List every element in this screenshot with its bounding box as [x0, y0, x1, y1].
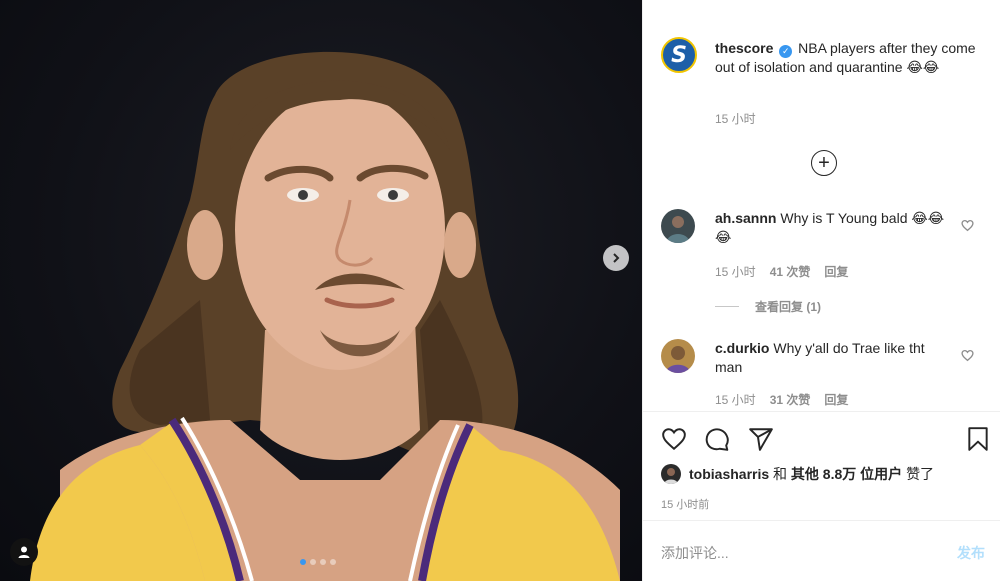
plus-circle-icon: + [818, 152, 830, 174]
publish-button[interactable]: 发布 [957, 543, 985, 563]
heart-icon[interactable] [961, 349, 974, 362]
liker-avatar[interactable] [661, 464, 681, 484]
carousel-indicator [300, 559, 336, 565]
post-timestamp[interactable]: 15 小时前 [661, 496, 709, 512]
bookmark-icon[interactable] [965, 426, 991, 452]
carousel-dot [310, 559, 316, 565]
verified-badge-icon: ✓ [779, 45, 793, 58]
view-replies-label: 查看回复 (1) [755, 300, 822, 314]
tagged-users-button[interactable] [10, 538, 38, 566]
view-replies-button[interactable]: 查看回复 (1) [715, 298, 821, 315]
carousel-dot [330, 559, 336, 565]
heart-icon[interactable] [661, 426, 687, 452]
liker-username[interactable]: tobiasharris [689, 466, 769, 482]
player-portrait-image [30, 51, 620, 581]
post-photo[interactable] [0, 0, 642, 581]
likes-liked-text: 赞了 [906, 466, 935, 482]
comment-likes[interactable]: 41 次赞 [770, 263, 811, 280]
commenter-username[interactable]: c.durkio [715, 340, 769, 356]
author-username[interactable]: thescore [715, 40, 773, 56]
heart-icon[interactable] [961, 219, 974, 232]
load-more-comments-button[interactable]: + [811, 150, 837, 176]
comment-timestamp[interactable]: 15 小时 [715, 263, 756, 280]
caption-timestamp[interactable]: 15 小时 [715, 110, 756, 127]
carousel-dot [300, 559, 306, 565]
comment-body: ah.sannn Why is T Young bald 😂😂😂 [715, 209, 945, 247]
post-details-panel: S thescore ✓ NBA players after they come… [642, 0, 1000, 581]
author-avatar[interactable]: S [661, 37, 697, 73]
action-bar [661, 426, 991, 452]
reply-button[interactable]: 回复 [824, 263, 848, 280]
section-divider [643, 411, 1000, 412]
comment-likes[interactable]: 31 次赞 [770, 391, 811, 408]
commenter-avatar[interactable] [661, 209, 695, 243]
replies-divider [715, 306, 739, 307]
section-divider [643, 520, 1000, 521]
paper-plane-icon[interactable] [748, 426, 774, 452]
caption-emoji: 😂😂 [906, 59, 940, 75]
comment-body: c.durkio Why y'all do Trae like tht man [715, 339, 945, 377]
commenter-avatar[interactable] [661, 339, 695, 373]
next-photo-button[interactable] [603, 245, 629, 271]
likes-others-count[interactable]: 其他 8.8万 位用户 [791, 464, 902, 484]
add-comment-input[interactable]: 添加评论... [661, 543, 729, 563]
likes-summary: tobiasharris 和 其他 8.8万 位用户 赞了 [661, 464, 934, 484]
reply-button[interactable]: 回复 [824, 391, 848, 408]
carousel-dot [320, 559, 326, 565]
comment-icon[interactable] [704, 426, 730, 452]
user-tag-icon [18, 546, 30, 558]
post-caption: thescore ✓ NBA players after they come o… [715, 39, 985, 77]
comment-meta: 15 小时 31 次赞 回复 [715, 391, 848, 408]
chevron-right-icon [613, 253, 620, 263]
commenter-username[interactable]: ah.sannn [715, 210, 776, 226]
comment-timestamp[interactable]: 15 小时 [715, 391, 756, 408]
comment-meta: 15 小时 41 次赞 回复 [715, 263, 848, 280]
likes-and-text: 和 [773, 466, 788, 482]
